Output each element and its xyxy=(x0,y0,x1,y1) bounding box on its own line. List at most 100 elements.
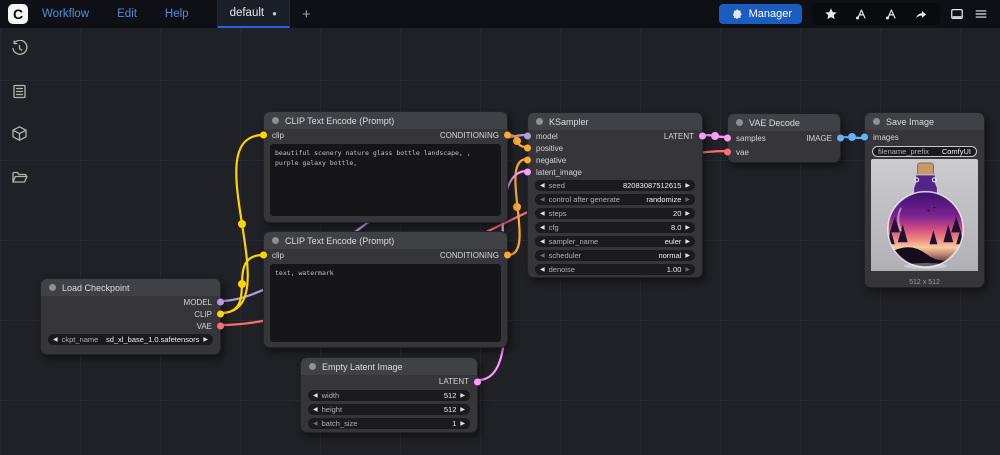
increment-arrow-icon[interactable]: ▶ xyxy=(685,225,690,231)
tab-default[interactable]: default ● xyxy=(218,0,290,28)
widget-sampler-name[interactable]: ◀ sampler_name euler ▶ xyxy=(535,236,695,247)
widget-scheduler[interactable]: ◀ scheduler normal ▶ xyxy=(535,250,695,261)
node-header[interactable]: Empty Latent Image xyxy=(301,358,477,375)
node-header[interactable]: Load Checkpoint xyxy=(41,279,220,296)
prompt-textarea[interactable]: text, watermark xyxy=(270,264,501,342)
node-header[interactable]: CLIP Text Encode (Prompt) xyxy=(264,232,507,249)
increment-arrow-icon[interactable]: ▶ xyxy=(685,197,690,203)
latent-output-port[interactable] xyxy=(474,378,481,385)
positive-input-port[interactable] xyxy=(524,145,531,152)
node-header[interactable]: VAE Decode xyxy=(728,114,840,131)
node-header[interactable]: Save Image xyxy=(865,113,984,130)
node-ksampler[interactable]: KSampler model LATENT positive negative … xyxy=(527,112,703,278)
conditioning-port[interactable] xyxy=(504,132,511,139)
queue-a-icon[interactable] xyxy=(854,7,868,21)
images-input-port[interactable] xyxy=(861,134,868,141)
conditioning-port[interactable] xyxy=(504,252,511,259)
widget-batch-size[interactable]: ◀ batch_size 1 ▶ xyxy=(308,418,470,429)
decrement-arrow-icon[interactable]: ◀ xyxy=(313,421,318,427)
increment-arrow-icon[interactable]: ▶ xyxy=(685,239,690,245)
node-vae-decode[interactable]: VAE Decode samples IMAGE vae xyxy=(727,113,841,163)
decrement-arrow-icon[interactable]: ◀ xyxy=(313,393,318,399)
manager-button[interactable]: Manager xyxy=(719,4,802,24)
widget-ckpt-name[interactable]: ◀ ckpt_name sd_xl_base_1.0.safetensors ▶ xyxy=(48,334,213,345)
comfyui-logo-icon[interactable]: C xyxy=(8,4,28,24)
model-library-icon[interactable] xyxy=(11,125,28,142)
widget-height[interactable]: ◀ height 512 ▶ xyxy=(308,404,470,415)
menu-edit[interactable]: Edit xyxy=(117,8,137,20)
menu-workflow[interactable]: Workflow xyxy=(42,8,89,20)
increment-arrow-icon[interactable]: ▶ xyxy=(203,337,208,343)
decrement-arrow-icon[interactable]: ◀ xyxy=(540,183,545,189)
history-icon[interactable] xyxy=(11,40,28,57)
clip-input-port[interactable] xyxy=(260,252,267,259)
widget-width[interactable]: ◀ width 512 ▶ xyxy=(308,390,470,401)
prompt-textarea[interactable]: beautiful scenery nature glass bottle la… xyxy=(270,144,501,216)
link-dot xyxy=(513,203,521,211)
decrement-arrow-icon[interactable]: ◀ xyxy=(540,239,545,245)
increment-arrow-icon[interactable]: ▶ xyxy=(460,407,465,413)
node-header[interactable]: KSampler xyxy=(528,113,702,130)
bottom-panel-icon[interactable] xyxy=(950,7,964,21)
decrement-arrow-icon[interactable]: ◀ xyxy=(540,211,545,217)
latent-output-port[interactable] xyxy=(699,133,706,140)
collapse-dot-icon[interactable] xyxy=(536,118,543,125)
increment-arrow-icon[interactable]: ▶ xyxy=(685,183,690,189)
menu-help[interactable]: Help xyxy=(165,8,189,20)
collapse-dot-icon[interactable] xyxy=(309,363,316,370)
bottle-image xyxy=(871,159,978,271)
collapse-dot-icon[interactable] xyxy=(272,237,279,244)
samples-input-port[interactable] xyxy=(724,135,731,142)
decrement-arrow-icon[interactable]: ◀ xyxy=(540,267,545,273)
node-empty-latent-image[interactable]: Empty Latent Image LATENT ◀ width 512 ▶ … xyxy=(300,357,478,433)
decrement-arrow-icon[interactable]: ◀ xyxy=(53,337,58,343)
widget-value: sd_xl_base_1.0.safetensors xyxy=(106,335,199,344)
widget-control-after-generate[interactable]: ◀ control after generate randomize ▶ xyxy=(535,194,695,205)
generated-image-preview[interactable] xyxy=(871,159,978,276)
collapse-dot-icon[interactable] xyxy=(272,117,279,124)
negative-input-port[interactable] xyxy=(524,157,531,164)
share-icon[interactable] xyxy=(914,7,928,21)
widget-cfg[interactable]: ◀ cfg 8.0 ▶ xyxy=(535,222,695,233)
node-clip-text-encode-negative[interactable]: CLIP Text Encode (Prompt) clip CONDITION… xyxy=(263,231,508,348)
increment-arrow-icon[interactable]: ▶ xyxy=(460,393,465,399)
node-save-image[interactable]: Save Image images filename_prefix ComfyU… xyxy=(864,112,985,288)
input-positive: positive xyxy=(528,142,702,154)
widget-denoise[interactable]: ◀ denoise 1.00 ▶ xyxy=(535,264,695,275)
increment-arrow-icon[interactable]: ▶ xyxy=(685,253,690,259)
port-label: samples xyxy=(736,134,766,143)
node-clip-text-encode-positive[interactable]: CLIP Text Encode (Prompt) clip CONDITION… xyxy=(263,111,508,223)
workflows-folder-icon[interactable] xyxy=(11,169,28,186)
link-dot xyxy=(848,133,856,141)
increment-arrow-icon[interactable]: ▶ xyxy=(685,211,690,217)
model-input-port[interactable] xyxy=(524,133,531,140)
star-icon[interactable] xyxy=(824,7,838,21)
clip-input-port[interactable] xyxy=(260,132,267,139)
model-port[interactable] xyxy=(217,299,224,306)
widget-filename-prefix[interactable]: filename_prefix ComfyUI xyxy=(872,146,977,157)
decrement-arrow-icon[interactable]: ◀ xyxy=(540,197,545,203)
vae-port[interactable] xyxy=(217,323,224,330)
increment-arrow-icon[interactable]: ▶ xyxy=(685,267,690,273)
decrement-arrow-icon[interactable]: ◀ xyxy=(540,225,545,231)
new-workflow-button[interactable]: + xyxy=(290,0,323,28)
vae-input-port[interactable] xyxy=(724,149,731,156)
node-header[interactable]: CLIP Text Encode (Prompt) xyxy=(264,112,507,129)
decrement-arrow-icon[interactable]: ◀ xyxy=(313,407,318,413)
node-load-checkpoint[interactable]: Load Checkpoint MODEL CLIP VAE ◀ ckpt_na… xyxy=(40,278,221,355)
menu-icon[interactable] xyxy=(974,7,988,21)
port-row: clip CONDITIONING xyxy=(264,249,507,261)
collapse-dot-icon[interactable] xyxy=(736,119,743,126)
queue-b-icon[interactable] xyxy=(884,7,898,21)
node-title: Save Image xyxy=(886,117,934,127)
image-output-port[interactable] xyxy=(837,135,844,142)
widget-seed[interactable]: ◀ seed 82083087512615 ▶ xyxy=(535,180,695,191)
decrement-arrow-icon[interactable]: ◀ xyxy=(540,253,545,259)
node-library-icon[interactable] xyxy=(11,83,28,100)
collapse-dot-icon[interactable] xyxy=(49,284,56,291)
latent-image-input-port[interactable] xyxy=(524,169,531,176)
collapse-dot-icon[interactable] xyxy=(873,118,880,125)
increment-arrow-icon[interactable]: ▶ xyxy=(460,421,465,427)
clip-port[interactable] xyxy=(217,311,224,318)
widget-steps[interactable]: ◀ steps 20 ▶ xyxy=(535,208,695,219)
